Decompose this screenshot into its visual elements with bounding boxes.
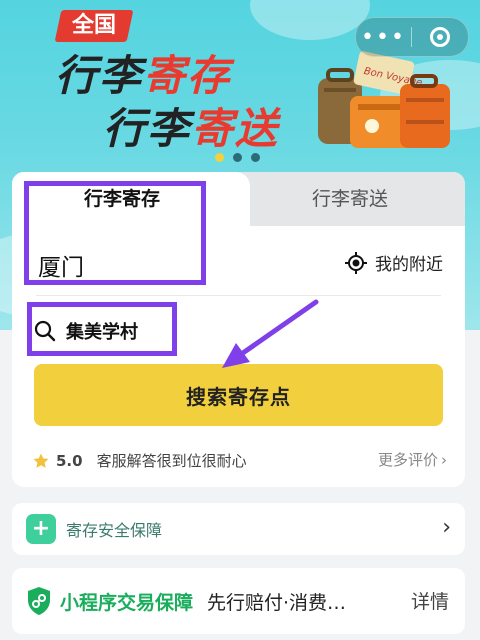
more-dots-icon[interactable]: •••	[356, 25, 411, 50]
guarantee-title: 小程序交易保障	[60, 591, 194, 614]
annotation-box-search	[27, 302, 177, 356]
storage-safety-row[interactable]: + 寄存安全保障 ›	[12, 503, 465, 555]
chevron-right-icon: ›	[441, 450, 447, 469]
nearby-button[interactable]: 我的附近	[345, 250, 443, 275]
chevron-right-icon: ›	[442, 515, 451, 540]
more-reviews-label: 更多评价	[377, 451, 438, 469]
carousel-indicator	[215, 153, 260, 162]
search-storage-button[interactable]: 搜索寄存点	[34, 364, 443, 426]
review-score: 5.0	[56, 451, 83, 470]
guarantee-detail-link[interactable]: 详情	[411, 587, 449, 614]
tab-label: 行李寄送	[312, 188, 389, 210]
carousel-dot-active[interactable]	[215, 153, 224, 162]
guarantee-subtitle: 先行赔付·消费…	[207, 591, 347, 614]
cloud-decoration	[250, 0, 370, 40]
headline-line-1: 行李寄存	[55, 51, 232, 100]
nationwide-badge: 全国	[54, 10, 134, 42]
annotation-box-tab-city	[24, 181, 206, 285]
carousel-dot[interactable]	[233, 153, 242, 162]
carousel-dot[interactable]	[251, 153, 260, 162]
tab-luggage-delivery[interactable]: 行李寄送	[250, 172, 465, 226]
target-close-icon[interactable]	[412, 27, 467, 47]
safety-label: 寄存安全保障	[66, 521, 163, 540]
luggage-illustration: Bon Voyage	[318, 51, 450, 148]
shield-plus-icon: +	[26, 514, 56, 544]
miniprogram-capsule: •••	[355, 17, 469, 57]
divider	[36, 295, 441, 296]
headline-line-2: 行李寄送	[103, 104, 280, 153]
green-shield-icon	[28, 587, 50, 615]
nearby-label: 我的附近	[375, 255, 443, 275]
review-summary: 5.0 客服解答很到位很耐心	[32, 450, 247, 471]
star-icon	[33, 453, 49, 468]
more-reviews-link[interactable]: 更多评价 ›	[378, 449, 447, 470]
review-text: 客服解答很到位很耐心	[96, 452, 247, 470]
locate-icon	[345, 251, 367, 274]
transaction-guarantee-row[interactable]: 小程序交易保障 先行赔付·消费… 详情	[12, 568, 465, 634]
